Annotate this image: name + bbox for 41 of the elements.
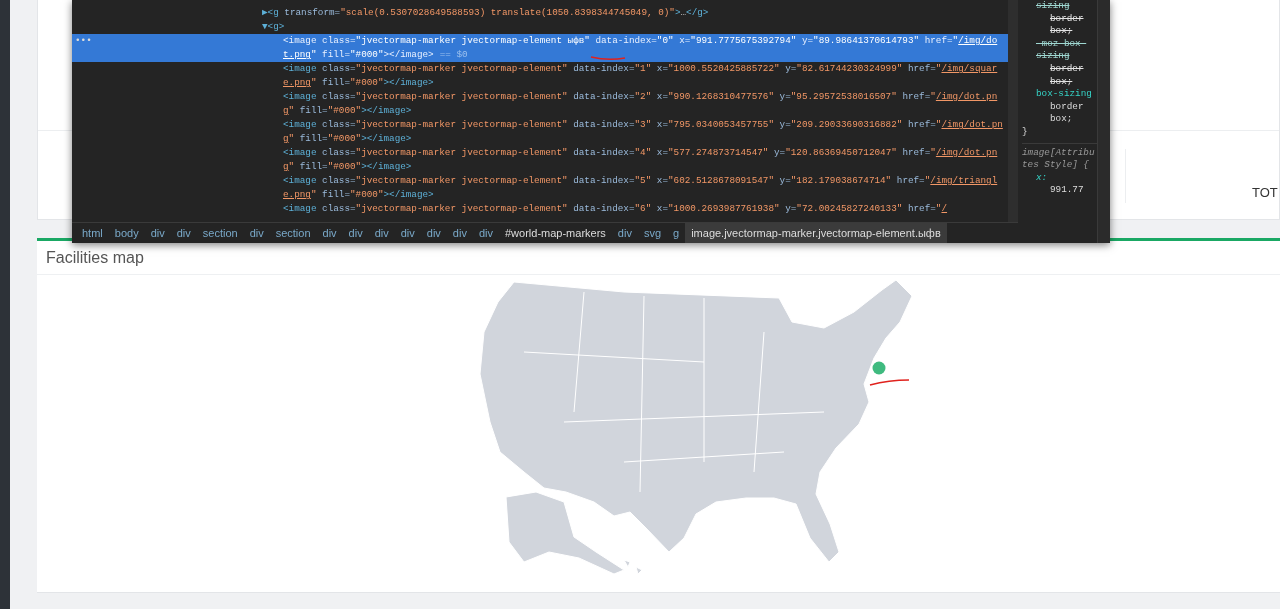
element-node[interactable]: ▶<g transform="scale(0.5307028649588593) translate(1050.8398344745049, 0)">…</g> <box>262 6 709 20</box>
element-node[interactable]: <image class="jvectormap-marker jvectormap-element" data-index="4" x="577.274873714547" y="120.86369450712047" href="/img/dot.png" fill="#000"></image> <box>283 146 1008 174</box>
breadcrumb-item[interactable]: div <box>394 223 421 243</box>
css-selector: image[Attributes Style] { <box>1022 142 1097 172</box>
breadcrumb-item[interactable]: div <box>446 223 473 243</box>
element-node[interactable]: <image class="jvectormap-marker jvectormap-element" data-index="5" x="602.5128678091547" y="182.179038674714" href="/img/triangle.png" fill="#000"></image> <box>283 174 1008 202</box>
breadcrumb-item[interactable]: div <box>420 223 447 243</box>
breadcrumb-item[interactable]: div <box>611 223 638 243</box>
css-declaration: sizing border box; <box>1035 0 1085 38</box>
css-brace: } <box>1022 125 1029 139</box>
breadcrumb-item[interactable]: div <box>243 223 270 243</box>
column-label: TOT <box>1252 185 1278 200</box>
breadcrumb-item[interactable]: div <box>170 223 197 243</box>
element-node[interactable]: <image class="jvectormap-marker jvectormap-element" data-index="3" x="795.0340053457755" y="209.29033690316882" href="/img/dot.png" fill="#000"></image> <box>283 118 1008 146</box>
element-node[interactable]: <image class="jvectormap-marker jvectormap-element" data-index="1" x="1000.5520425885722" y="82.61744230324999" href="/img/square.png" fill="#000"></image> <box>283 62 1008 90</box>
breadcrumb-item[interactable]: section <box>269 223 317 243</box>
breadcrumb-item[interactable]: image.jvectormap-marker.jvectormap-element.ыфв <box>685 223 947 243</box>
breadcrumb-item[interactable]: div <box>316 223 343 243</box>
card-title: Facilities map <box>46 249 144 266</box>
breadcrumb-item[interactable]: html <box>76 223 109 243</box>
breadcrumb-item[interactable]: div <box>144 223 171 243</box>
css-declaration: -moz-box-sizing border box; <box>1035 37 1088 89</box>
element-node[interactable]: <image class="jvectormap-marker jvectormap-element" data-index="2" x="990.1268310477576" y="95.29572538016507" href="/img/dot.png" fill="#000"></image> <box>283 90 1008 118</box>
breadcrumb-item[interactable]: svg <box>637 223 668 243</box>
location-marker-icon[interactable] <box>872 361 885 375</box>
breadcrumb-item[interactable]: div <box>368 223 395 243</box>
breadcrumb-item[interactable]: section <box>196 223 244 243</box>
css-declaration: x: 991.77 <box>1035 171 1085 197</box>
breadcrumb-item[interactable]: div <box>472 223 499 243</box>
scrollbar[interactable] <box>1098 0 1110 243</box>
annotation-stroke <box>868 379 910 386</box>
css-declaration: box-sizing border box; <box>1035 88 1093 126</box>
breadcrumb-item[interactable]: g <box>667 223 686 243</box>
scrollbar[interactable] <box>1008 0 1018 222</box>
element-node[interactable]: <image class="jvectormap-marker jvectormap-element" data-index="6" x="1000.2693987761938" y="72.00245827240133" href="/ <box>283 202 948 216</box>
breadcrumb-item[interactable]: body <box>108 223 145 243</box>
element-node[interactable]: <image class="jvectormap-marker jvectormap-element ыфв" data-index="0" x="991.7775675392794" y="89.98641370614793" href="/img/dot.png" fill="#000"></image> == $0 <box>283 34 1008 62</box>
element-node[interactable]: ▼<g> <box>262 20 285 34</box>
breadcrumb-item[interactable]: div <box>342 223 369 243</box>
annotation-stroke <box>590 55 626 61</box>
breadcrumb-item[interactable]: #world-map-markers <box>499 223 612 243</box>
